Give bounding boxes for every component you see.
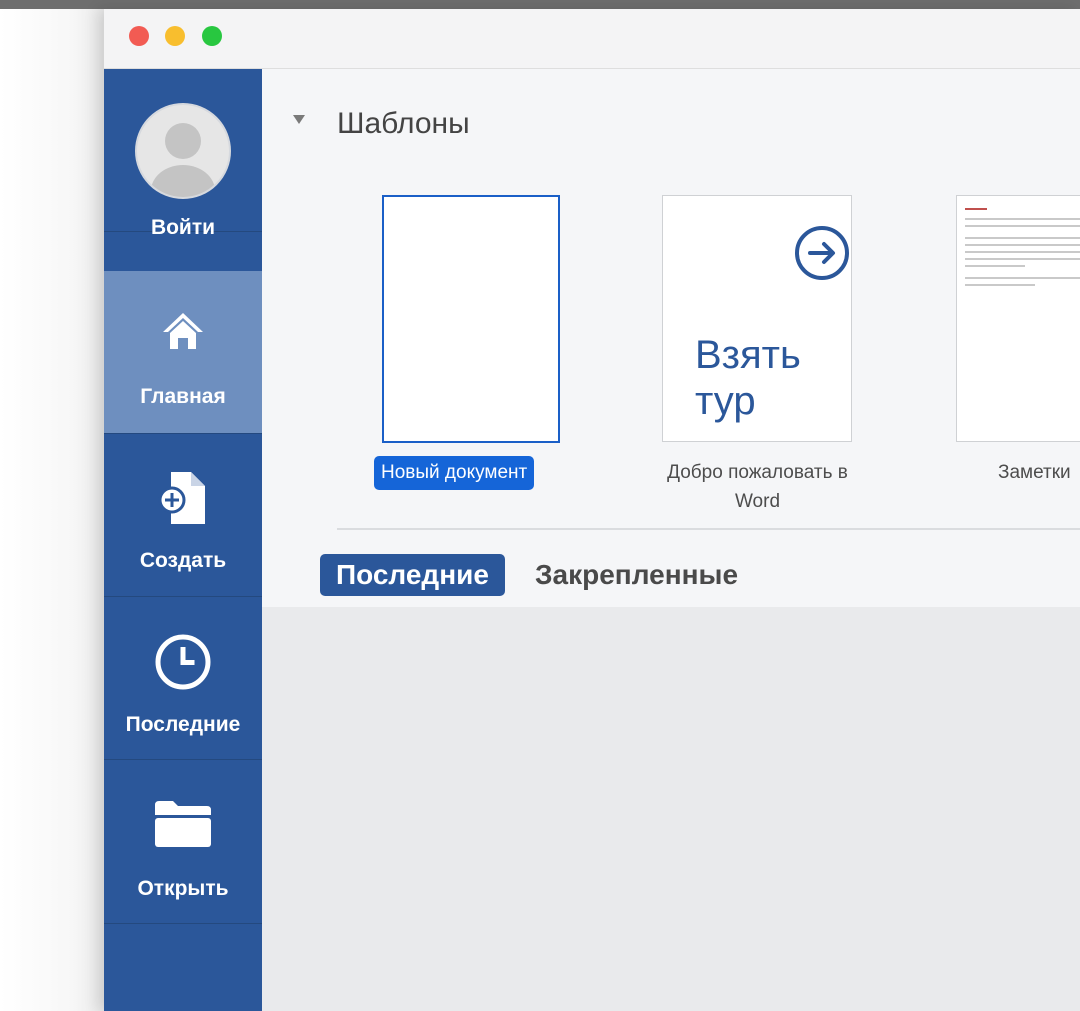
tab-pinned[interactable]: Закрепленные (535, 554, 738, 596)
tour-tile-text-line1: Взять (695, 333, 801, 377)
close-button[interactable] (129, 26, 149, 46)
caption-line: Word (734, 491, 781, 512)
desktop-background (0, 9, 104, 1011)
templates-title: Шаблоны (337, 107, 470, 140)
main-content: Шаблоны Новый документ Взять тур Добро п… (262, 69, 1080, 1011)
sidebar-item-label: Войти (150, 216, 216, 239)
template-new-document[interactable] (382, 195, 560, 443)
tab-recent[interactable]: Последние (320, 554, 505, 596)
sidebar-item-label: Последние (125, 713, 241, 736)
template-caption-new-document[interactable]: Новый документ (374, 456, 535, 490)
sidebar-item-sign-in[interactable]: Войти (104, 69, 262, 239)
notes-preview (965, 208, 1080, 291)
caption-line: Добро пожаловать в (667, 462, 848, 483)
tour-tile-text: Взять тур (695, 332, 801, 424)
sidebar-item-label: Открыть (137, 877, 229, 900)
sidebar-item-label: Создать (139, 549, 227, 572)
screen-top-edge (0, 0, 1080, 9)
template-caption-notes[interactable]: Заметки (998, 458, 1071, 487)
sidebar-item-home[interactable]: Главная (104, 271, 262, 434)
sidebar-item-open[interactable]: Открыть (104, 761, 262, 924)
tour-tile-text-line2: тур (695, 379, 756, 423)
folder-icon (155, 801, 211, 847)
sidebar: Войти Главная Создать Последние Открыть (104, 69, 262, 1011)
divider (337, 528, 1080, 530)
template-caption-welcome[interactable]: Добро пожаловать в Word (640, 458, 875, 516)
minimize-button[interactable] (165, 26, 185, 46)
template-take-tour[interactable]: Взять тур (662, 195, 852, 442)
sidebar-item-recent[interactable]: Последние (104, 597, 262, 760)
title-bar (104, 9, 1080, 69)
clock-icon (155, 634, 211, 690)
templates-panel: Шаблоны Новый документ Взять тур Добро п… (262, 69, 1080, 607)
sidebar-item-create[interactable]: Создать (104, 434, 262, 597)
user-avatar-icon (135, 103, 231, 199)
sidebar-item-label: Главная (140, 385, 226, 408)
new-document-icon (158, 472, 205, 524)
word-window: Войти Главная Создать Последние Открыть … (104, 9, 1080, 1011)
home-icon (163, 313, 203, 349)
maximize-button[interactable] (202, 26, 222, 46)
template-notes[interactable] (956, 195, 1080, 442)
arrow-right-circle-icon (795, 226, 849, 280)
collapse-caret-icon[interactable] (293, 115, 305, 124)
